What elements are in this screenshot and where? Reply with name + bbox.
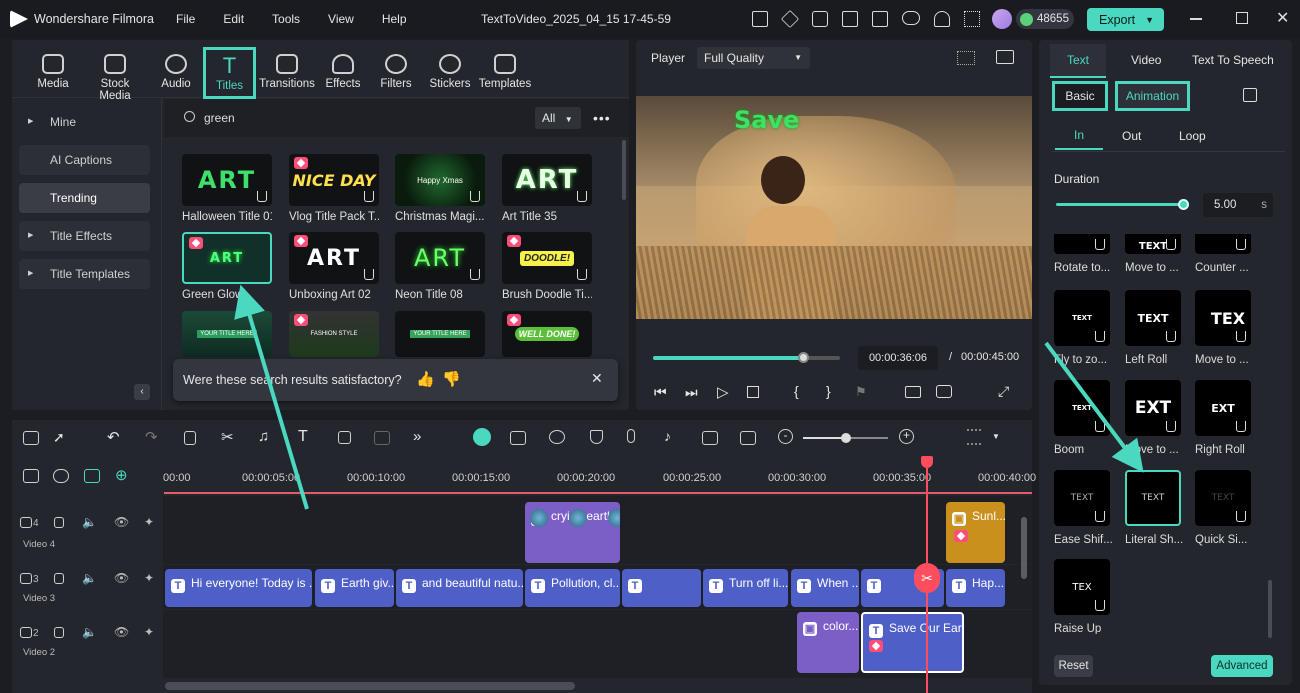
arrow-to-green-glow (234, 284, 309, 510)
arrow-to-literal-shift (1044, 341, 1144, 473)
tutorial-arrows (234, 284, 1144, 510)
